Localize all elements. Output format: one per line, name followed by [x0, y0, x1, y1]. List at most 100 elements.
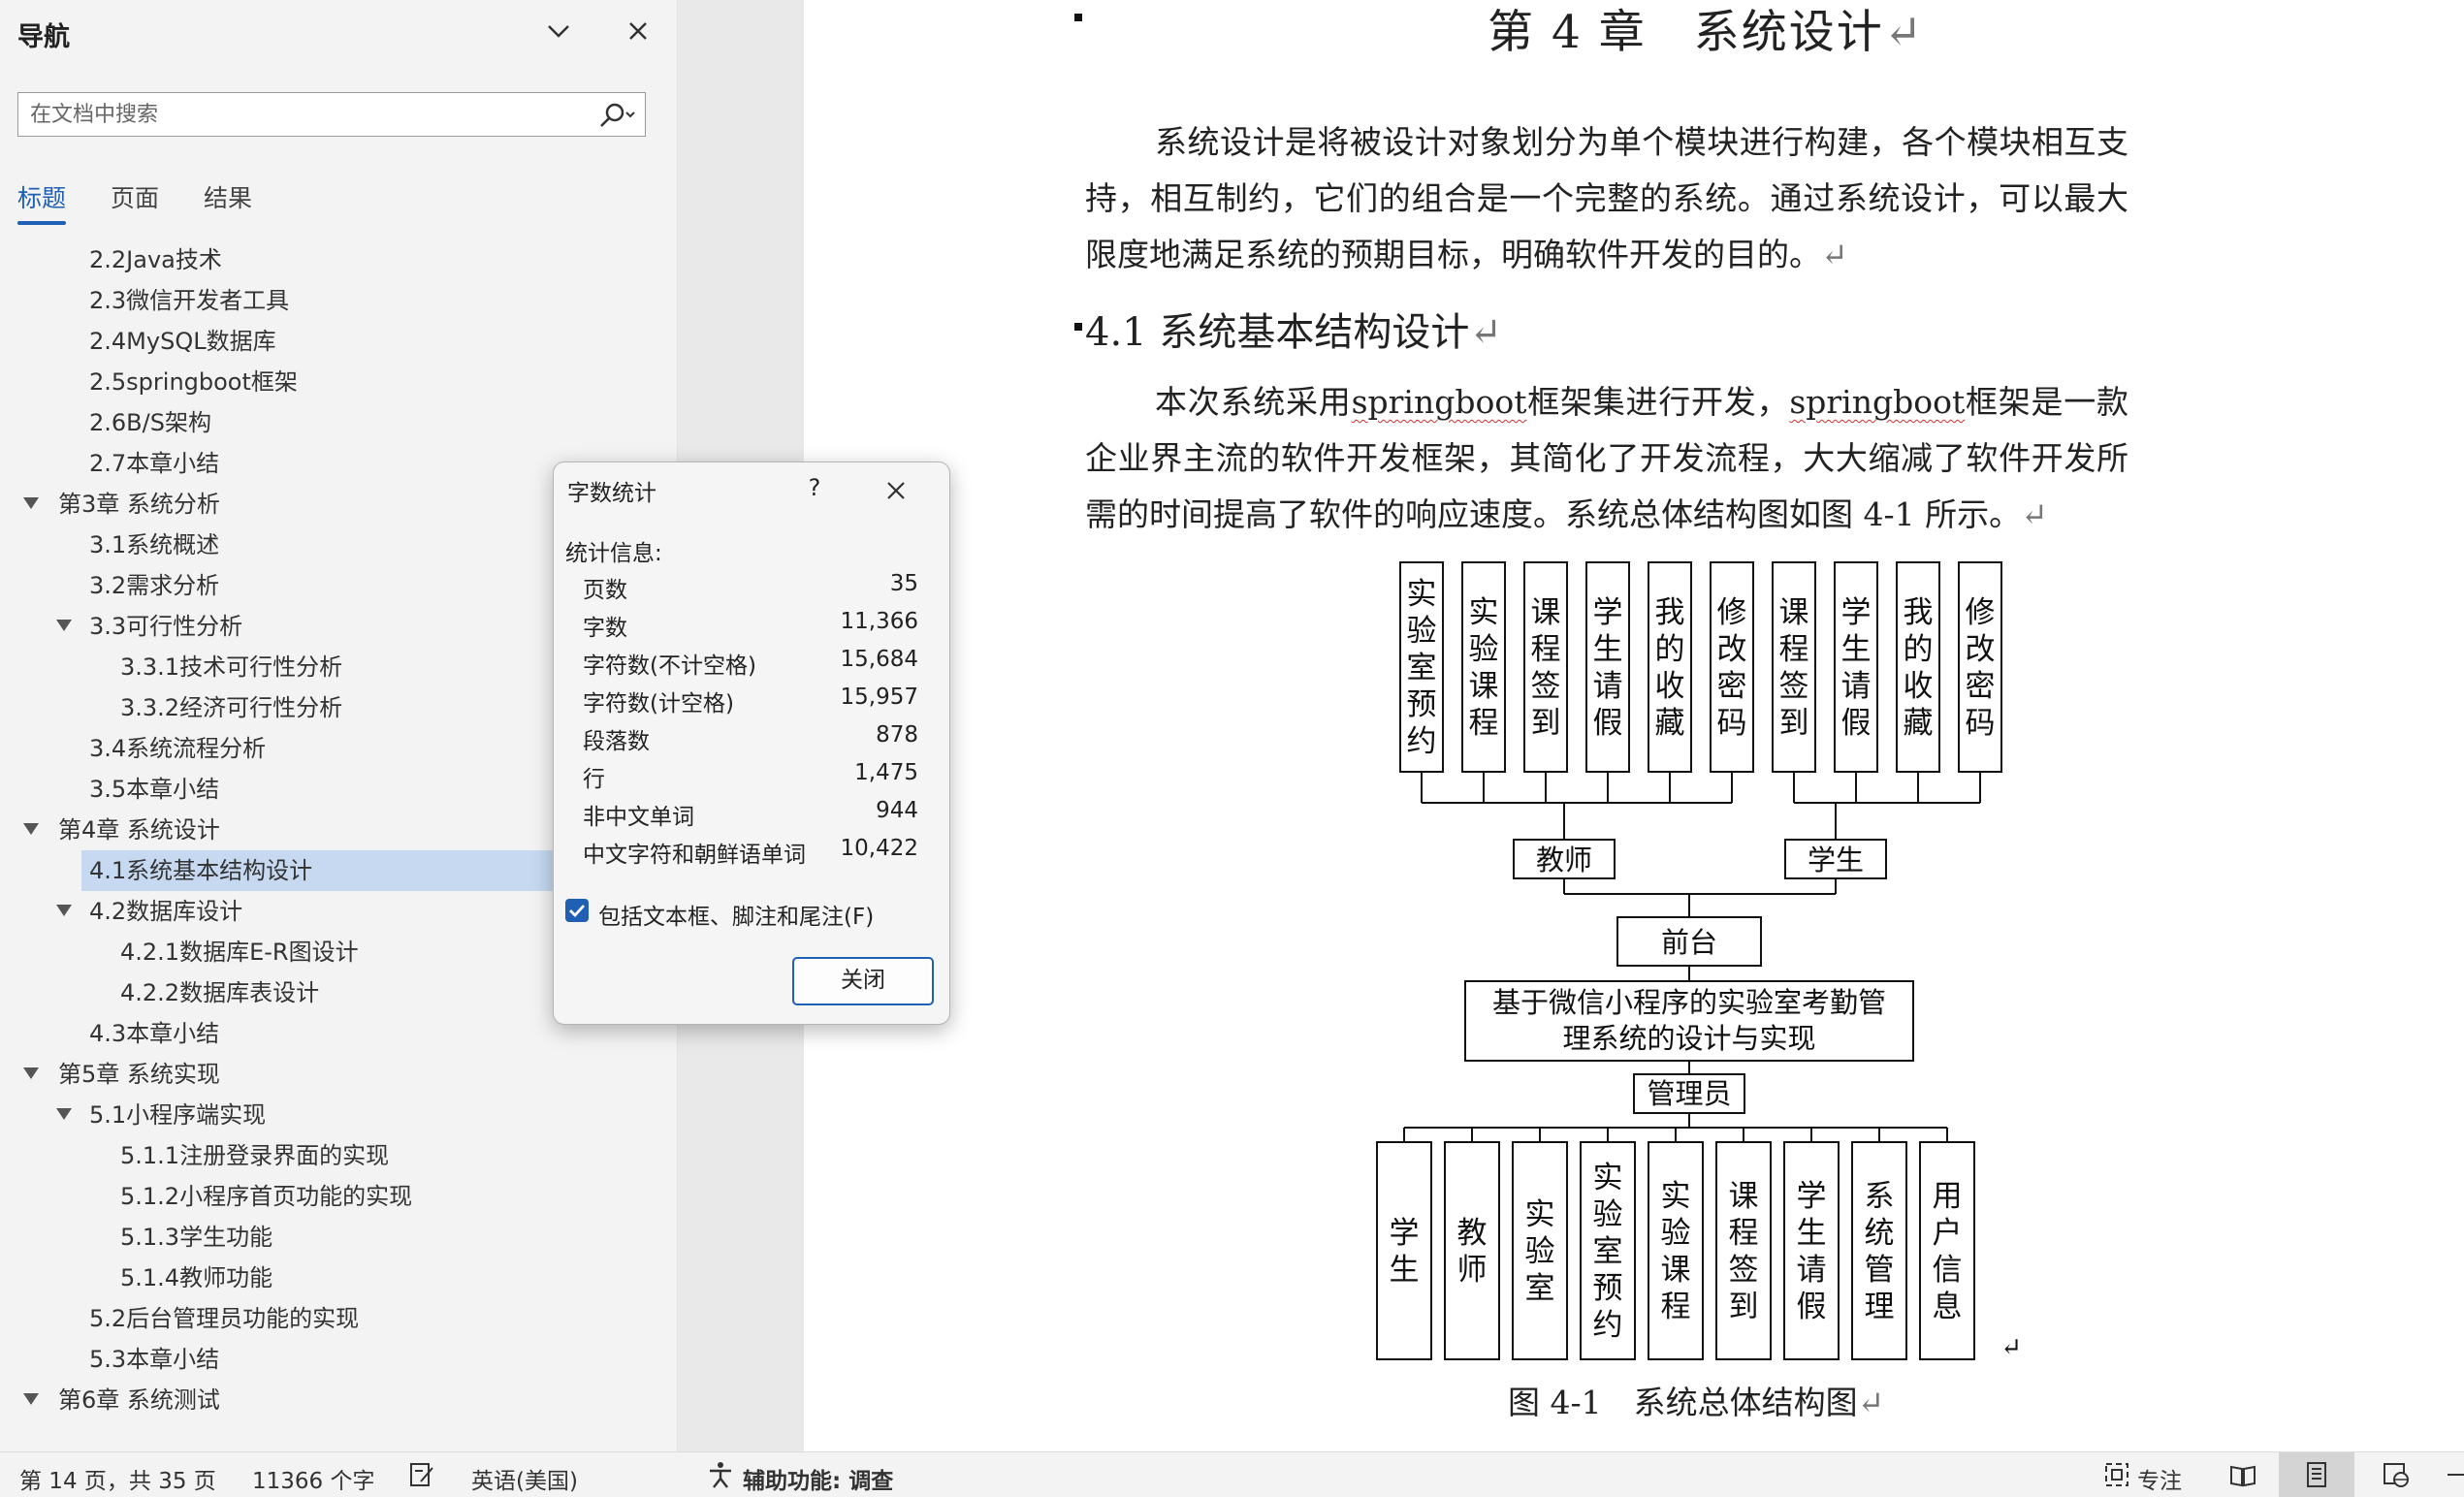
- accessibility-status[interactable]: 辅助功能: 调查: [743, 1462, 893, 1495]
- outline-item-label: 第5章 系统实现: [58, 1061, 220, 1088]
- statistic-row: 行 1,475: [583, 760, 918, 797]
- system-label-line2: 理系统的设计与实现: [1562, 1022, 1815, 1055]
- help-button[interactable]: ?: [800, 474, 829, 501]
- web-layout-icon[interactable]: [2382, 1460, 2411, 1489]
- admin-module-box: [1783, 1141, 1840, 1360]
- word-count[interactable]: 11366 个字: [252, 1462, 374, 1495]
- statistic-value: 944: [876, 798, 918, 823]
- outline-item-label: 第4章 系统设计: [58, 816, 220, 844]
- statistic-row: 字符数(不计空格) 15,684: [583, 647, 918, 684]
- statistic-name: 中文字符和朝鲜语单词: [583, 843, 806, 868]
- include-textboxes-checkbox[interactable]: [565, 899, 589, 922]
- expand-arrow-icon[interactable]: [23, 1067, 39, 1079]
- outline-item-label: 2.3微信开发者工具: [89, 287, 290, 314]
- outline-item-label: 3.3可行性分析: [89, 613, 243, 640]
- statistic-row: 段落数 878: [583, 722, 918, 759]
- figure-caption: 图 4-1 系统总体结构图↵: [1508, 1384, 1885, 1421]
- document-page[interactable]: 第 4 章 系统设计↵ 系统设计是将被设计对象划分为单个模块进行构建，各个模块相…: [804, 0, 2464, 1451]
- search-box: [17, 92, 646, 137]
- tab-results[interactable]: 结果: [204, 179, 252, 214]
- outline-item-label: 5.3本章小结: [89, 1346, 220, 1373]
- statistic-value: 15,684: [840, 647, 918, 672]
- outline-item[interactable]: 5.1.2小程序首页功能的实现: [0, 1176, 677, 1217]
- print-layout-icon[interactable]: [2302, 1460, 2331, 1489]
- tab-pages[interactable]: 页面: [111, 179, 159, 214]
- accessibility-icon[interactable]: [706, 1460, 735, 1489]
- page-count[interactable]: 第 14 页，共 35 页: [19, 1462, 216, 1495]
- expand-arrow-icon[interactable]: [56, 905, 72, 916]
- outline-item-label: 2.7本章小结: [89, 450, 220, 477]
- checkbox-label[interactable]: 包括文本框、脚注和尾注(F): [598, 898, 874, 931]
- focus-mode-button[interactable]: 专注: [2137, 1462, 2182, 1495]
- outline-item[interactable]: 5.1.1注册登录界面的实现: [0, 1135, 677, 1176]
- system-label-line1: 基于微信小程序的实验室考勤管: [1492, 986, 1886, 1019]
- statistic-name: 段落数: [583, 729, 650, 754]
- search-icon[interactable]: [594, 101, 639, 130]
- proofing-icon[interactable]: [407, 1460, 436, 1489]
- expand-arrow-icon[interactable]: [23, 1393, 39, 1405]
- outline-item[interactable]: 5.3本章小结: [0, 1339, 677, 1380]
- outline-item-label: 2.5springboot框架: [89, 368, 298, 396]
- outline-item[interactable]: 5.1小程序端实现: [0, 1095, 677, 1135]
- close-icon[interactable]: [621, 14, 656, 48]
- outline-item[interactable]: 2.3微信开发者工具: [0, 280, 677, 321]
- outline-item-label: 第6章 系统测试: [58, 1386, 220, 1414]
- nav-title: 导航: [17, 22, 70, 52]
- outline-item[interactable]: 2.6B/S架构: [0, 402, 677, 443]
- frontend-label: 前台: [1661, 926, 1717, 959]
- expand-arrow-icon[interactable]: [23, 823, 39, 835]
- outline-item[interactable]: 5.1.3学生功能: [0, 1217, 677, 1258]
- outline-item[interactable]: 第5章 系统实现: [0, 1054, 677, 1095]
- zoom-slider-minus[interactable]: [2448, 1474, 2464, 1476]
- admin-module-box-label: 实验室预约: [1593, 1161, 1623, 1343]
- expand-arrow-icon[interactable]: [56, 620, 72, 631]
- outline-item-label: 4.1系统基本结构设计: [89, 857, 313, 884]
- outline-item-label: 2.2Java技术: [89, 246, 222, 273]
- outline-item-label: 第3章 系统分析: [58, 491, 220, 518]
- tab-headings[interactable]: 标题: [17, 179, 66, 214]
- close-button[interactable]: 关闭: [792, 957, 934, 1005]
- expand-arrow-icon[interactable]: [23, 497, 39, 509]
- chevron-down-icon[interactable]: [541, 14, 576, 48]
- search-input[interactable]: [18, 93, 604, 136]
- statistic-value: 10,422: [840, 836, 918, 861]
- outline-item-label: 4.3本章小结: [89, 1020, 220, 1047]
- expand-arrow-icon[interactable]: [56, 1108, 72, 1120]
- close-icon[interactable]: [880, 474, 912, 507]
- active-tab-indicator: [17, 221, 66, 225]
- outline-item[interactable]: 第6章 系统测试: [0, 1380, 677, 1420]
- paragraph-mark: ↵: [2000, 1333, 2022, 1362]
- outline-item-label: 3.3.2经济可行性分析: [120, 694, 343, 721]
- statistic-row: 页数 35: [583, 571, 918, 608]
- outline-item[interactable]: 2.4MySQL数据库: [0, 321, 677, 362]
- outline-item[interactable]: 2.2Java技术: [0, 239, 677, 280]
- outline-item-label: 5.1.1注册登录界面的实现: [120, 1142, 390, 1169]
- outline-item-label: 3.2需求分析: [89, 572, 220, 599]
- outline-item[interactable]: 5.1.4教师功能: [0, 1258, 677, 1298]
- statistic-name: 页数: [583, 578, 627, 603]
- statistic-value: 1,475: [854, 760, 918, 785]
- outline-item[interactable]: 5.2后台管理员功能的实现: [0, 1298, 677, 1339]
- statistic-name: 行: [583, 767, 605, 792]
- statistic-row: 字符数(计空格) 15,957: [583, 685, 918, 721]
- outline-item-label: 2.4MySQL数据库: [89, 328, 276, 355]
- teacher-label: 教师: [1536, 844, 1592, 876]
- outline-item[interactable]: 2.5springboot框架: [0, 362, 677, 402]
- statistic-row: 字数 11,366: [583, 609, 918, 646]
- statistic-value: 11,366: [840, 609, 918, 634]
- focus-icon[interactable]: [2102, 1460, 2131, 1489]
- outline-item-label: 5.1.2小程序首页功能的实现: [120, 1183, 413, 1210]
- module-box-label: 实验室预约: [1407, 577, 1437, 759]
- outline-item-label: 5.2后台管理员功能的实现: [89, 1305, 360, 1332]
- language-status[interactable]: 英语(美国): [471, 1462, 578, 1495]
- read-mode-icon[interactable]: [2228, 1460, 2257, 1489]
- statistic-name: 字数: [583, 616, 627, 641]
- statistic-row: 非中文单词 944: [583, 798, 918, 835]
- outline-item-label: 5.1.4教师功能: [120, 1264, 273, 1291]
- admin-module-box: [1444, 1141, 1500, 1360]
- dialog-title: 字数统计: [567, 481, 656, 506]
- statistic-name: 字符数(不计空格): [583, 653, 756, 679]
- outline-item-label: 4.2数据库设计: [89, 898, 243, 925]
- system-structure-diagram: 实验室预约实验课程课程签到学生请假我的收藏修改密码课程签到学生请假我的收藏修改密…: [1376, 561, 2022, 1362]
- student-label: 学生: [1808, 844, 1864, 876]
